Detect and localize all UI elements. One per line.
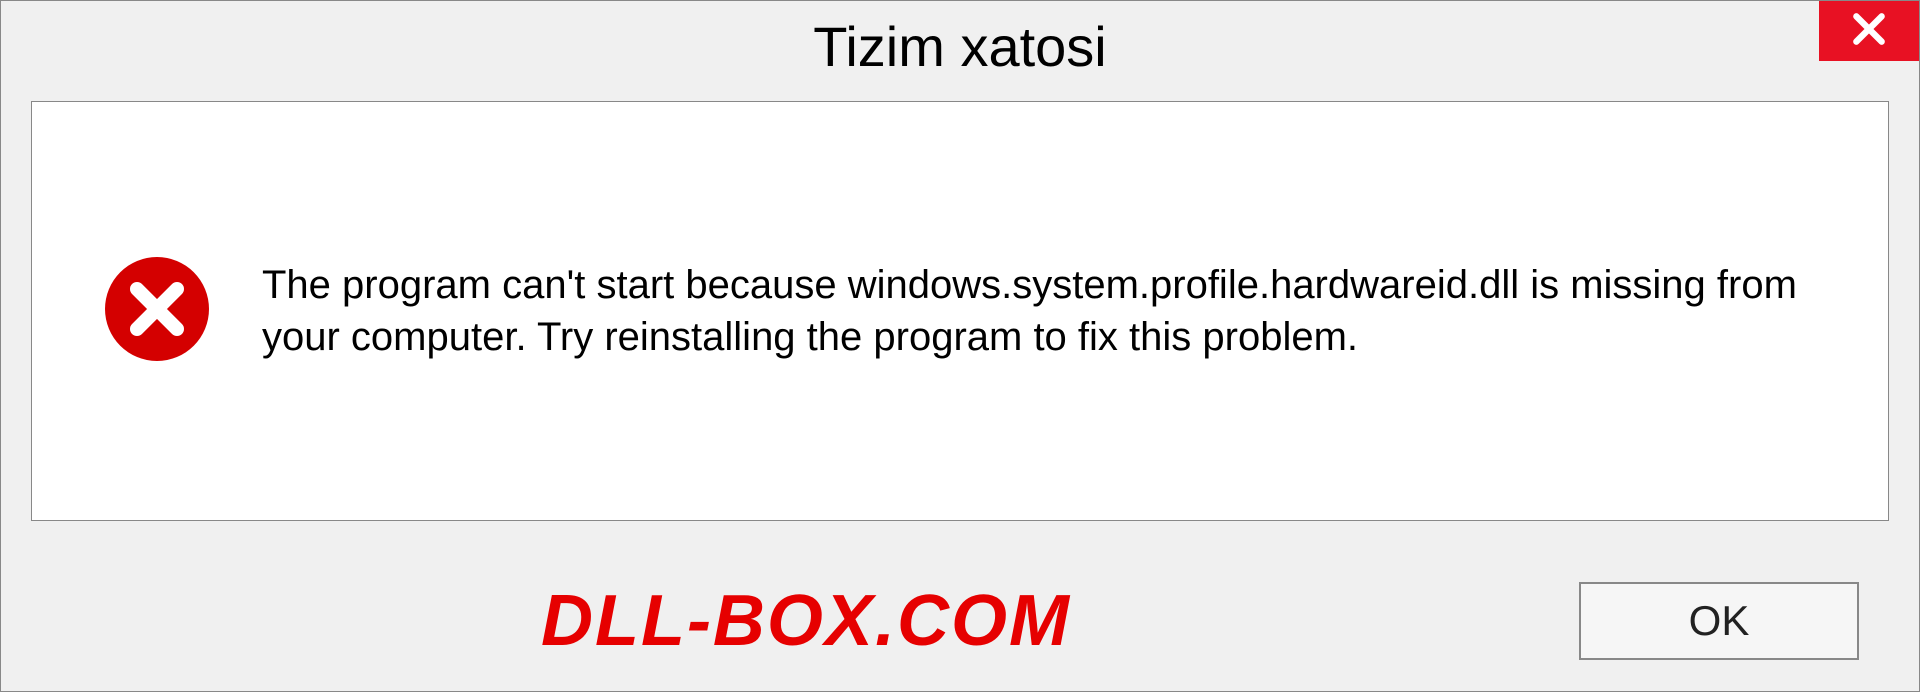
error-message: The program can't start because windows.…	[262, 259, 1828, 363]
ok-button[interactable]: OK	[1579, 582, 1859, 660]
titlebar: Tizim xatosi	[1, 1, 1919, 91]
close-icon	[1850, 10, 1888, 53]
watermark-text: DLL-BOX.COM	[541, 580, 1071, 662]
error-icon	[102, 254, 212, 369]
footer-row: DLL-BOX.COM OK	[1, 551, 1919, 691]
dialog-title: Tizim xatosi	[813, 14, 1107, 79]
close-button[interactable]	[1819, 1, 1919, 61]
message-panel: The program can't start because windows.…	[31, 101, 1889, 521]
